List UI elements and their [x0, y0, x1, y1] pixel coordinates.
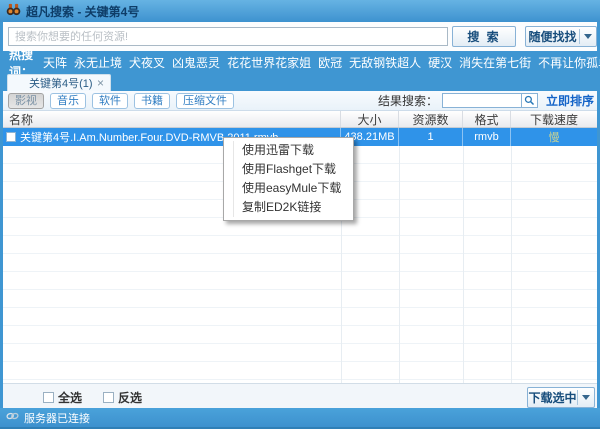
menu-item-flashget-download[interactable]: 使用Flashget下载 — [225, 160, 352, 179]
row-checkbox[interactable] — [6, 132, 16, 142]
download-selected-button[interactable]: 下载选中 — [527, 387, 595, 408]
window-title: 超凡搜索 - 关键第4号 — [26, 3, 139, 20]
hot-word-link[interactable]: 消失在第七街 — [459, 54, 531, 71]
hot-search-band: 热搜词： 天阵 永无止境 犬夜叉 凶鬼恶灵 花花世界花家姐 欧冠 无敌钢铁超人 … — [3, 51, 597, 74]
search-button[interactable]: 搜 索 — [452, 26, 516, 47]
search-band: 搜 索 随便找找 — [3, 22, 597, 51]
filter-button-books[interactable]: 书籍 — [134, 93, 170, 109]
select-all-label: 全选 — [58, 389, 82, 406]
column-header-speed[interactable]: 下载速度 — [511, 111, 597, 127]
link-icon — [6, 411, 19, 424]
result-search-group: 结果搜索： 立即排序 — [378, 92, 594, 109]
toolbar: 影视 音乐 软件 书籍 压缩文件 结果搜索： 立即排序 — [3, 91, 597, 111]
chevron-down-icon[interactable] — [582, 395, 590, 400]
search-input[interactable] — [8, 27, 448, 46]
column-header-format[interactable]: 格式 — [463, 111, 511, 127]
hot-word-link[interactable]: 永无止境 — [74, 54, 122, 71]
filter-button-archives[interactable]: 压缩文件 — [176, 93, 234, 109]
result-speed-cell: 慢 — [511, 128, 597, 146]
hot-word-link[interactable]: 花花世界花家姐 — [227, 54, 311, 71]
checkbox-icon[interactable] — [103, 392, 114, 403]
tab-strip: 关键第4号(1) × — [3, 74, 597, 91]
filter-button-software[interactable]: 软件 — [92, 93, 128, 109]
status-bar: 服务器已连接 — [0, 408, 600, 429]
search-magnifier-button[interactable] — [522, 93, 538, 108]
grid-line — [399, 128, 400, 383]
result-search-label: 结果搜索： — [378, 92, 438, 109]
checkbox-icon[interactable] — [43, 392, 54, 403]
sort-now-link[interactable]: 立即排序 — [546, 92, 594, 109]
category-filters: 影视 音乐 软件 书籍 压缩文件 — [8, 93, 234, 109]
column-header-name[interactable]: 名称 — [3, 111, 341, 127]
column-header-resources[interactable]: 资源数 — [399, 111, 463, 127]
magnifier-icon — [524, 95, 535, 106]
footer-bar: 全选 反选 下载选中 — [3, 383, 597, 408]
download-selected-label: 下载选中 — [528, 389, 577, 406]
tab-label: 关键第4号(1) — [29, 75, 93, 91]
grid-line — [511, 128, 512, 383]
hot-word-link[interactable]: 天阵 — [43, 54, 67, 71]
hot-word-link[interactable]: 凶鬼恶灵 — [172, 54, 220, 71]
lucky-search-button[interactable]: 随便找找 — [525, 26, 597, 47]
result-resources-cell: 1 — [399, 128, 463, 146]
menu-item-copy-ed2k-link[interactable]: 复制ED2K链接 — [225, 198, 352, 217]
column-header-size[interactable]: 大小 — [341, 111, 399, 127]
button-divider — [577, 390, 578, 405]
table-header: 名称 大小 资源数 格式 下载速度 — [3, 111, 597, 128]
hot-word-link[interactable]: 犬夜叉 — [129, 54, 165, 71]
result-filter-input[interactable] — [442, 93, 522, 108]
lucky-search-label: 随便找找 — [526, 28, 579, 45]
menu-gutter-line — [233, 141, 234, 217]
filter-button-music[interactable]: 音乐 — [50, 93, 86, 109]
invert-selection-checkbox[interactable]: 反选 — [103, 389, 142, 406]
chevron-down-icon[interactable] — [584, 34, 592, 39]
filter-button-movies[interactable]: 影视 — [8, 93, 44, 109]
titlebar: 超凡搜索 - 关键第4号 — [0, 0, 600, 22]
menu-item-thunder-download[interactable]: 使用迅雷下载 — [225, 141, 352, 160]
grid-line — [463, 128, 464, 383]
context-menu: 使用迅雷下载 使用Flashget下载 使用easyMule下载 复制ED2K链… — [223, 137, 354, 221]
select-all-checkbox[interactable]: 全选 — [43, 389, 82, 406]
result-format-cell: rmvb — [463, 128, 511, 146]
hot-word-link[interactable]: 不再让你孤单 — [538, 54, 600, 71]
binoculars-app-icon — [6, 2, 21, 21]
close-icon[interactable]: × — [97, 77, 104, 89]
invert-selection-label: 反选 — [118, 389, 142, 406]
hot-word-link[interactable]: 欧冠 — [318, 54, 342, 71]
hot-word-link[interactable]: 硬汉 — [428, 54, 452, 71]
app-window: 超凡搜索 - 关键第4号 搜 索 随便找找 热搜词： 天阵 永无止境 犬夜叉 凶… — [0, 0, 600, 429]
menu-item-easymule-download[interactable]: 使用easyMule下载 — [225, 179, 352, 198]
server-status-text: 服务器已连接 — [24, 410, 90, 426]
tab-search-result[interactable]: 关键第4号(1) × — [7, 74, 111, 91]
hot-word-link[interactable]: 无敌钢铁超人 — [349, 54, 421, 71]
button-divider — [579, 29, 580, 44]
